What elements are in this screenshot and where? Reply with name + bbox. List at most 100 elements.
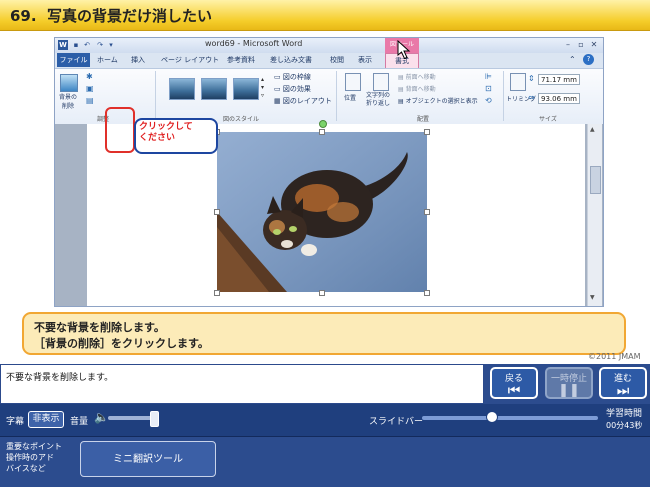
height-icon: ⇕: [528, 74, 535, 83]
send-backward-icon: ▤: [398, 86, 404, 93]
mini-translate-button[interactable]: ミニ翻訳ツール: [80, 441, 216, 477]
speaker-icon: 🔈: [94, 410, 109, 424]
tab-mailings[interactable]: 差し込み文書: [270, 55, 312, 65]
picture-style-thumbnail[interactable]: [233, 78, 259, 100]
remove-background-icon[interactable]: [60, 74, 78, 92]
resize-handle[interactable]: [424, 290, 430, 296]
bring-forward-button[interactable]: ▤ 前面へ移動: [398, 72, 436, 81]
picture-border-icon: ▭: [274, 73, 281, 81]
study-time-label: 学習時間: [606, 409, 643, 419]
bring-forward-icon: ▤: [398, 74, 404, 81]
scroll-down-icon[interactable]: ▼: [590, 294, 595, 301]
resize-handle[interactable]: [424, 129, 430, 135]
group-size-label: サイズ: [539, 116, 557, 123]
group-picture-styles-label: 図のスタイル: [223, 116, 260, 123]
picture-layout-label: 図のレイアウト: [282, 97, 332, 105]
tab-insert[interactable]: 挿入: [131, 55, 145, 65]
word-window: W ▪ ↶ ↷ ▾ word69 - Microsoft Word 図ツール –…: [54, 37, 604, 307]
scroll-up-icon[interactable]: ▲: [590, 126, 595, 133]
mouse-cursor-icon: [397, 40, 411, 60]
tab-view[interactable]: 表示: [358, 55, 372, 65]
position-button[interactable]: 位置: [344, 93, 356, 102]
bring-forward-label: 前面へ移動: [405, 74, 436, 81]
remove-background-button[interactable]: 背景の 削除: [59, 93, 77, 111]
selection-pane-label: オブジェクトの選択と表示: [405, 98, 478, 105]
ribbon-minimize-icon[interactable]: ⌃: [569, 55, 576, 64]
back-icon: ⏮: [507, 383, 521, 399]
picture-style-thumbnail[interactable]: [169, 78, 195, 100]
ribbon-separator: [503, 71, 504, 121]
cat-photo[interactable]: [217, 132, 427, 292]
minimize-icon[interactable]: –: [562, 39, 574, 51]
picture-effects-button[interactable]: ▭ 図の効果: [274, 84, 311, 94]
resize-handle[interactable]: [214, 209, 220, 215]
vertical-scrollbar[interactable]: ▲ ▼: [587, 124, 602, 306]
lesson-title: 69. 写真の背景だけ消したい: [10, 5, 212, 26]
tab-review[interactable]: 校閲: [330, 55, 344, 65]
redo-icon[interactable]: ↷: [95, 40, 105, 50]
subtitle-text: 不要な背景を削除します。: [6, 373, 114, 383]
volume-slider[interactable]: [108, 416, 154, 420]
selection-pane-button[interactable]: ▤ オブジェクトの選択と表示: [398, 96, 478, 105]
customize-quick-access-icon[interactable]: ▾: [106, 40, 116, 50]
slide-bar[interactable]: [422, 416, 598, 420]
volume-label: 音量: [70, 417, 89, 427]
maximize-icon[interactable]: ▫: [575, 39, 587, 51]
undo-icon[interactable]: ↶: [82, 40, 92, 50]
volume-slider-thumb[interactable]: [150, 411, 159, 427]
ribbon-separator: [336, 71, 337, 121]
resize-handle[interactable]: [319, 129, 325, 135]
tab-home[interactable]: ホーム: [97, 55, 118, 65]
artistic-effects-icon[interactable]: ▤: [86, 96, 94, 105]
instruction-box: 不要な背景を削除します。 ［背景の削除］をクリックします。: [22, 312, 626, 355]
pause-button[interactable]: 一時停止 ❚❚: [545, 367, 593, 399]
scroll-thumb[interactable]: [590, 166, 601, 194]
next-button[interactable]: 進む ⏭: [599, 367, 647, 399]
style-gallery-scroll-icon[interactable]: ▴ ▾ ▿: [261, 76, 269, 100]
picture-effects-icon: ▭: [274, 85, 281, 93]
tab-references[interactable]: 参考資料: [227, 55, 255, 65]
help-icon[interactable]: ?: [583, 54, 594, 65]
remove-background-highlight: [105, 107, 135, 153]
crop-icon[interactable]: [510, 73, 526, 91]
caption-label: 字幕: [6, 417, 25, 427]
picture-layout-button[interactable]: ▦ 図のレイアウト: [274, 96, 332, 106]
wrap-text-button[interactable]: 文字列の 折り返し: [366, 92, 390, 108]
rotate-handle-icon[interactable]: [319, 120, 327, 128]
width-field[interactable]: 93.06 mm: [538, 93, 580, 104]
corrections-icon[interactable]: ✱: [86, 72, 93, 81]
back-button[interactable]: 戻る ⏮: [490, 367, 538, 399]
instruction-line-1: 不要な背景を削除します。: [34, 321, 165, 334]
slide-bar-label: スライドバー: [369, 417, 424, 427]
wrap-text-icon[interactable]: [373, 73, 389, 91]
tab-file[interactable]: ファイル: [57, 53, 90, 67]
position-icon[interactable]: [345, 73, 361, 91]
caption-toggle-button[interactable]: 非表示: [28, 411, 64, 428]
resize-handle[interactable]: [319, 290, 325, 296]
picture-border-button[interactable]: ▭ 図の枠線: [274, 72, 311, 82]
color-icon[interactable]: ▣: [86, 84, 94, 93]
next-icon: ⏭: [616, 383, 630, 399]
align-icon[interactable]: ⊫: [485, 72, 492, 81]
group-icon[interactable]: ⊡: [485, 84, 492, 93]
picture-border-label: 図の枠線: [282, 73, 311, 81]
tab-page-layout[interactable]: ページ レイアウト: [161, 55, 219, 65]
lesson-number: 69.: [10, 7, 37, 25]
word-titlebar: W ▪ ↶ ↷ ▾ word69 - Microsoft Word 図ツール –…: [55, 38, 603, 53]
pause-icon: ❚❚: [558, 383, 580, 398]
resize-handle[interactable]: [424, 209, 430, 215]
send-backward-button[interactable]: ▤ 背面へ移動: [398, 84, 436, 93]
group-arrange-label: 配置: [417, 116, 430, 123]
tips-link[interactable]: 重要なポイント 操作時のアド バイスなど: [6, 441, 62, 474]
instruction-line-2: ［背景の削除］をクリックします。: [34, 337, 209, 350]
picture-layout-icon: ▦: [274, 97, 281, 105]
picture-style-thumbnail[interactable]: [201, 78, 227, 100]
save-icon[interactable]: ▪: [71, 40, 81, 50]
close-icon[interactable]: ✕: [588, 39, 600, 51]
ribbon-tab-row: ホーム 挿入 ページ レイアウト 参考資料 差し込み文書 校閲 表示 ⌃ ?: [55, 53, 603, 68]
document-title: word69 - Microsoft Word: [205, 39, 303, 48]
rotate-icon[interactable]: ⟲: [485, 96, 492, 105]
height-field[interactable]: 71.17 mm: [538, 74, 580, 85]
resize-handle[interactable]: [214, 290, 220, 296]
word-logo-icon: W: [58, 40, 68, 50]
